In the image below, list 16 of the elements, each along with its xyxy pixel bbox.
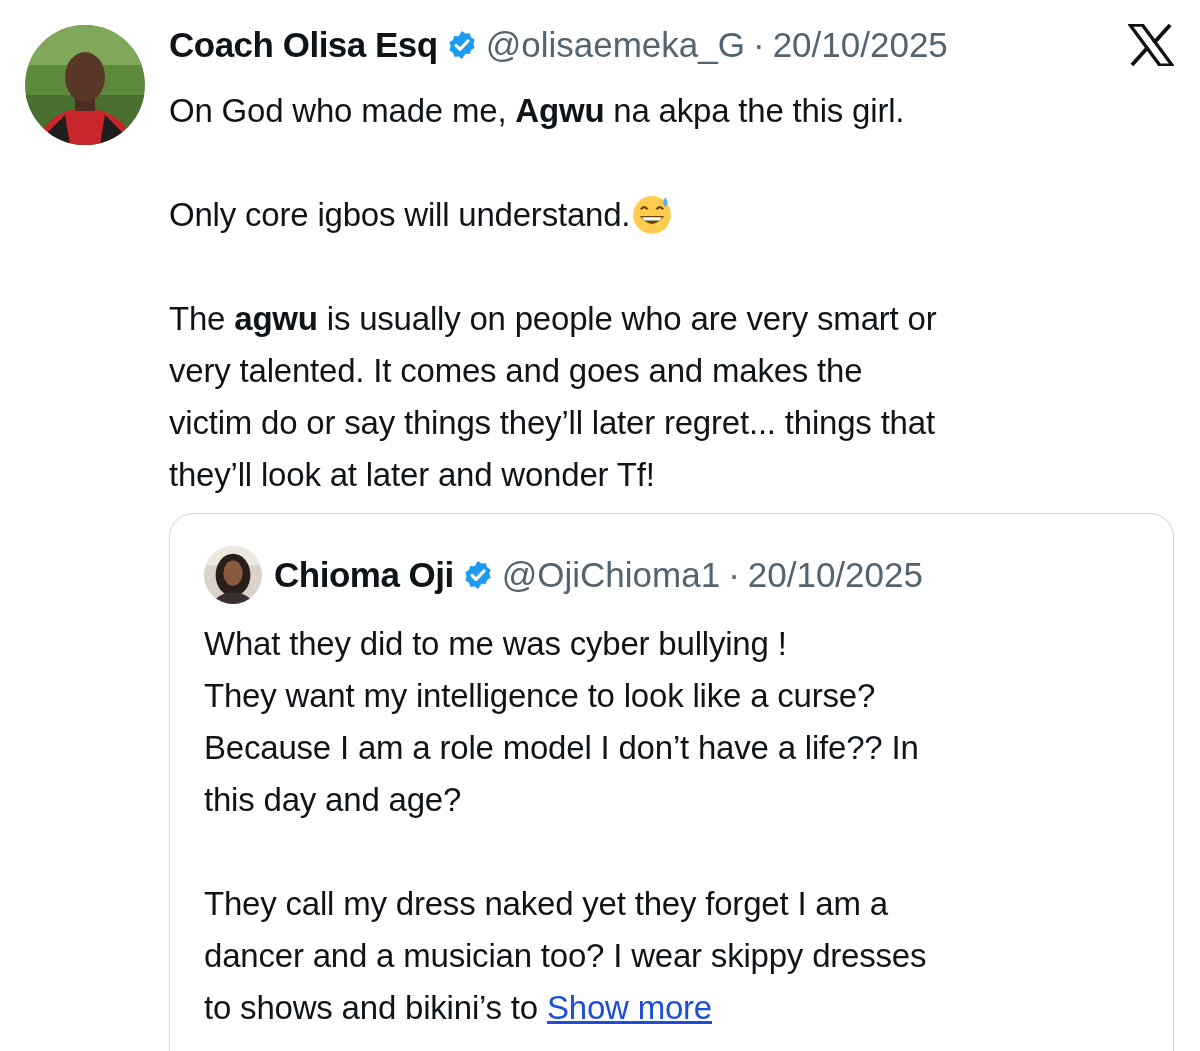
- show-more-link[interactable]: Show more: [546, 989, 713, 1026]
- quoted-post-card[interactable]: [169, 513, 1174, 1051]
- separator-dot: ·: [753, 25, 765, 65]
- author-name[interactable]: Coach Olisa Esq: [169, 25, 438, 65]
- quoted-post-date[interactable]: 20/10/2025: [747, 555, 923, 595]
- separator-dot: ·: [728, 555, 740, 595]
- post-date[interactable]: 20/10/2025: [772, 25, 948, 65]
- quoted-post-text: They call my dress naked yet they forget I am a dancer and a musician too? I wear skippy dresses to shows and bikini’s to Show more: [204, 884, 928, 1028]
- quoted-post-text: What they did to me was cyber bullying ! They want my intelligence to look like a curse? Because I am a role model I don’t have a life?? In this day and age?: [204, 624, 920, 820]
- post-text: On God who made me, Agwu na akpa the this girl.: [169, 91, 905, 131]
- author-handle[interactable]: @olisaemeka_G: [485, 25, 745, 65]
- quoted-author-handle[interactable]: @OjiChioma1: [501, 555, 721, 595]
- post-text: Only core igbos will understand.: [169, 195, 631, 235]
- x-logo-icon: [1128, 24, 1174, 66]
- post-text: The agwu is usually on people who are very smart or very talented. It comes and goes and makes the victim do or say things they’ll later regret... things that they’ll look at later and wonder Tf!: [169, 299, 937, 495]
- quoted-author-name[interactable]: Chioma Oji: [274, 555, 454, 595]
